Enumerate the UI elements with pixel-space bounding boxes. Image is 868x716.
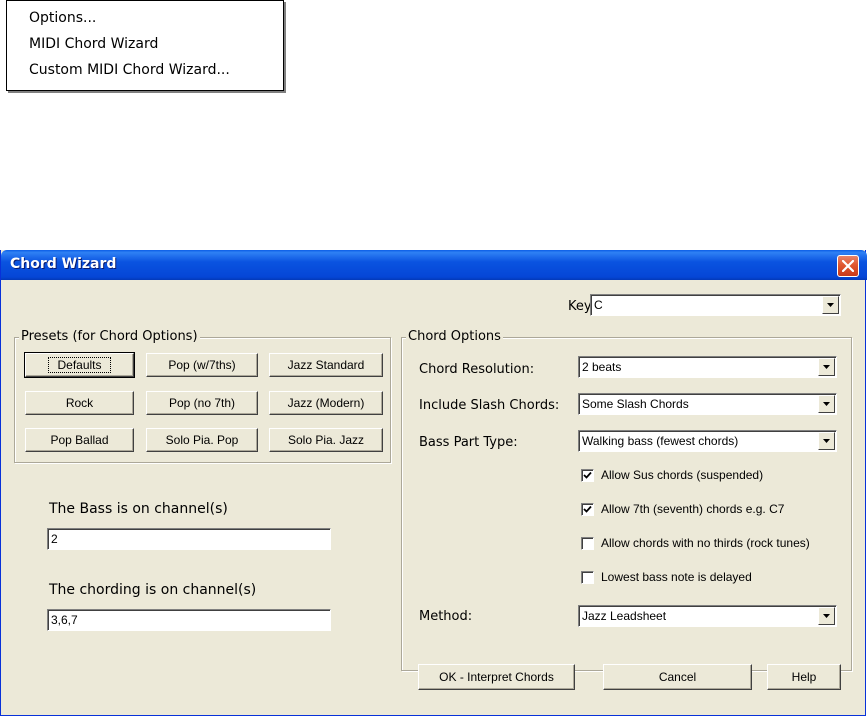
- chevron-down-icon: [827, 303, 834, 307]
- bass-delayed-checkbox-row[interactable]: Lowest bass note is delayed: [581, 570, 841, 586]
- slash-chords-label: Include Slash Chords:: [419, 398, 560, 413]
- chord-resolution-label: Chord Resolution:: [419, 362, 535, 377]
- allow-no-thirds-checkbox[interactable]: [581, 537, 594, 550]
- key-value: C: [594, 298, 603, 312]
- allow-sus-checkbox[interactable]: [581, 469, 594, 482]
- close-button[interactable]: [837, 255, 859, 277]
- slash-chords-value: Some Slash Chords: [582, 397, 689, 411]
- chord-wizard-dialog: Chord Wizard Key: C Presets (for Chord O…: [0, 250, 867, 716]
- preset-rock-button[interactable]: Rock: [25, 391, 134, 415]
- bass-part-type-select[interactable]: Walking bass (fewest chords): [578, 430, 837, 452]
- preset-defaults-button[interactable]: Defaults: [24, 352, 135, 378]
- menu-item-midi-chord-wizard[interactable]: MIDI Chord Wizard: [29, 33, 158, 55]
- ok-interpret-chords-button[interactable]: OK - Interpret Chords: [418, 664, 575, 690]
- chevron-down-icon: [823, 365, 830, 369]
- dialog-title: Chord Wizard: [10, 256, 117, 272]
- preset-pop-ballad-button[interactable]: Pop Ballad: [25, 428, 134, 452]
- allow-sus-label: Allow Sus chords (suspended): [601, 468, 764, 482]
- cancel-button[interactable]: Cancel: [603, 664, 752, 690]
- chord-options-legend: Chord Options: [406, 329, 503, 344]
- bass-channel-label: The Bass is on channel(s): [49, 501, 228, 517]
- slash-chords-dropdown-button[interactable]: [818, 395, 835, 413]
- allow-7th-label: Allow 7th (seventh) chords e.g. C7: [601, 502, 785, 516]
- allow-7th-checkbox[interactable]: [581, 503, 594, 516]
- preset-pop-no7th-button[interactable]: Pop (no 7th): [146, 391, 258, 415]
- bass-channel-input[interactable]: 2: [47, 528, 331, 550]
- method-select[interactable]: Jazz Leadsheet: [578, 605, 837, 627]
- chord-channel-label: The chording is on channel(s): [49, 582, 257, 598]
- slash-chords-select[interactable]: Some Slash Chords: [578, 393, 837, 415]
- method-dropdown-button[interactable]: [818, 607, 835, 625]
- title-bar[interactable]: Chord Wizard: [1, 250, 867, 280]
- menu-item-options[interactable]: Options...: [29, 7, 96, 29]
- checkmark-icon: [583, 471, 592, 479]
- dialog-client-area: Key: C Presets (for Chord Options) Defau…: [3, 280, 864, 714]
- preset-jazz-standard-button[interactable]: Jazz Standard: [269, 353, 383, 377]
- chord-resolution-dropdown-button[interactable]: [818, 358, 835, 376]
- method-label: Method:: [419, 609, 473, 624]
- allow-sus-checkbox-row[interactable]: Allow Sus chords (suspended): [581, 468, 841, 484]
- allow-no-thirds-checkbox-row[interactable]: Allow chords with no thirds (rock tunes): [581, 536, 843, 552]
- context-menu: Options... MIDI Chord Wizard Custom MIDI…: [6, 0, 284, 91]
- chevron-down-icon: [823, 614, 830, 618]
- chevron-down-icon: [823, 439, 830, 443]
- allow-no-thirds-label: Allow chords with no thirds (rock tunes): [601, 536, 810, 550]
- close-icon: [842, 260, 854, 272]
- preset-jazz-modern-button[interactable]: Jazz (Modern): [269, 391, 383, 415]
- bass-delayed-checkbox[interactable]: [581, 571, 594, 584]
- menu-item-custom-midi-chord-wizard[interactable]: Custom MIDI Chord Wizard...: [29, 59, 230, 81]
- key-select[interactable]: C: [590, 294, 841, 316]
- checkmark-icon: [583, 505, 592, 513]
- chevron-down-icon: [823, 402, 830, 406]
- method-value: Jazz Leadsheet: [582, 609, 667, 623]
- bass-part-type-label: Bass Part Type:: [419, 435, 518, 450]
- preset-defaults-label: Defaults: [48, 357, 111, 373]
- chord-resolution-select[interactable]: 2 beats: [578, 356, 837, 378]
- allow-7th-checkbox-row[interactable]: Allow 7th (seventh) chords e.g. C7: [581, 502, 841, 518]
- preset-solo-pia-jazz-button[interactable]: Solo Pia. Jazz: [269, 428, 383, 452]
- preset-solo-pia-pop-button[interactable]: Solo Pia. Pop: [146, 428, 258, 452]
- chord-channel-input[interactable]: 3,6,7: [47, 609, 331, 631]
- bass-part-type-value: Walking bass (fewest chords): [582, 434, 739, 448]
- key-dropdown-button[interactable]: [822, 296, 839, 314]
- help-button[interactable]: Help: [767, 664, 841, 690]
- presets-legend: Presets (for Chord Options): [19, 329, 200, 344]
- chord-resolution-value: 2 beats: [582, 360, 622, 374]
- preset-pop-7ths-button[interactable]: Pop (w/7ths): [146, 353, 258, 377]
- bass-delayed-label: Lowest bass note is delayed: [601, 570, 752, 584]
- bass-part-type-dropdown-button[interactable]: [818, 432, 835, 450]
